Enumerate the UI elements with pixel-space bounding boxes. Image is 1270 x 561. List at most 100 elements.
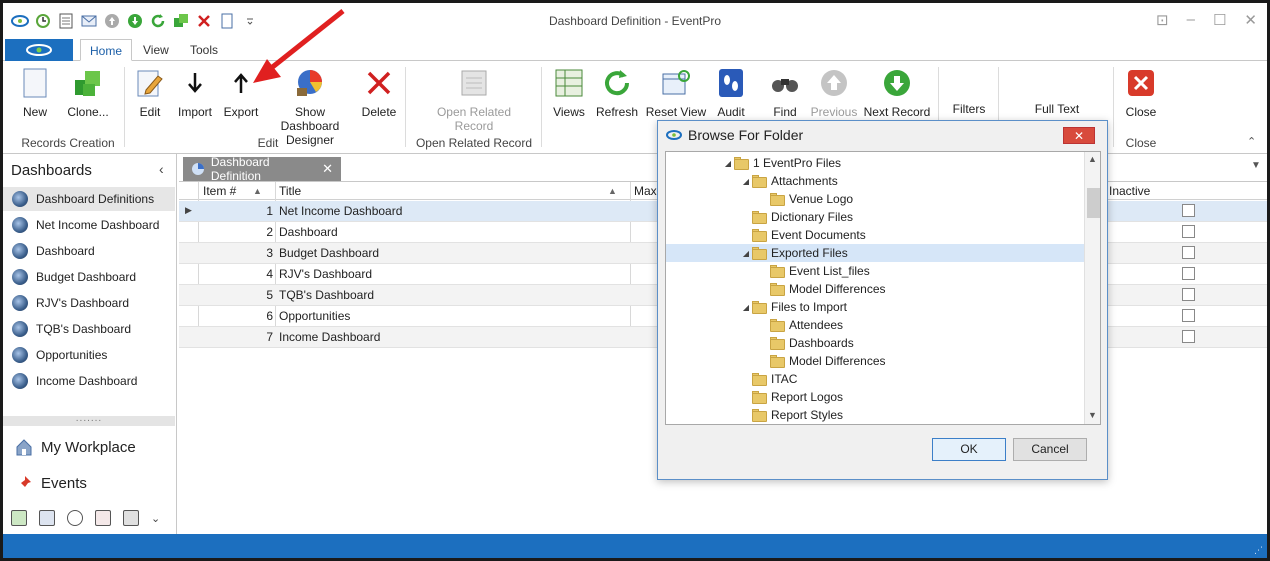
close-window-icon[interactable]: ✕ xyxy=(1244,11,1257,29)
ribbon-display-icon[interactable]: ⊡ xyxy=(1156,11,1169,29)
tree-item[interactable]: ◢ Attachments xyxy=(740,172,838,190)
nav-item-budget-dashboard[interactable]: Budget Dashboard xyxy=(3,265,175,289)
inactive-checkbox[interactable] xyxy=(1182,330,1195,343)
tab-tools[interactable]: Tools xyxy=(190,39,218,61)
calculator-icon[interactable] xyxy=(123,510,139,526)
status-bar: ⋰ xyxy=(3,534,1267,558)
nav-item-net-income-dashboard[interactable]: Net Income Dashboard xyxy=(3,213,175,237)
minimize-icon[interactable]: – xyxy=(1187,11,1195,29)
tree-item[interactable]: Model Differences xyxy=(758,280,886,298)
dashboard-icon xyxy=(12,295,28,311)
maximize-icon[interactable]: ☐ xyxy=(1213,11,1226,29)
tree-item[interactable]: Report Styles xyxy=(740,406,843,424)
column-header-title[interactable]: Title xyxy=(279,184,301,198)
expanded-arrow-icon[interactable]: ◢ xyxy=(740,177,752,186)
delete-x-icon xyxy=(363,67,395,99)
tree-item[interactable]: Report Logos xyxy=(740,388,843,406)
app-menu-button[interactable] xyxy=(5,39,73,61)
nav-shortcut-icons: ⌄ xyxy=(11,510,160,526)
clipboard-icon[interactable] xyxy=(95,510,111,526)
ok-button[interactable]: OK xyxy=(932,438,1006,461)
cancel-button[interactable]: Cancel xyxy=(1013,438,1087,461)
chat-bubble-icon[interactable] xyxy=(67,510,83,526)
inactive-checkbox[interactable] xyxy=(1182,309,1195,322)
column-header-inactive[interactable]: Inactive xyxy=(1109,184,1150,198)
inactive-checkbox[interactable] xyxy=(1182,225,1195,238)
close-button[interactable]: Close xyxy=(1121,67,1161,119)
tab-dashboard-definition[interactable]: Dashboard Definition ✕ xyxy=(183,155,341,183)
tree-item-selected[interactable]: ◢ Exported Files xyxy=(666,244,1084,262)
nav-group-my-workplace[interactable]: My Workplace xyxy=(15,438,136,456)
filters-button[interactable]: Filters xyxy=(948,102,990,116)
edit-button[interactable]: Edit xyxy=(133,67,167,119)
show-dashboard-designer-button[interactable]: Show Dashboard Designer xyxy=(265,67,355,147)
row-indicator-icon: ▶ xyxy=(185,205,192,215)
tree-item[interactable]: ◢ 1 EventPro Files xyxy=(722,154,841,172)
resize-grip-icon[interactable]: ⋰ xyxy=(1254,545,1263,556)
money-icon[interactable] xyxy=(11,510,27,526)
tree-item[interactable]: Attendees xyxy=(758,316,843,334)
tree-item[interactable]: ◢ Files to Import xyxy=(740,298,847,316)
clone-button[interactable]: Clone... xyxy=(63,67,113,119)
delete-button[interactable]: Delete xyxy=(360,67,398,119)
new-button[interactable]: New xyxy=(19,67,51,119)
nav-item-rjvs-dashboard[interactable]: RJV's Dashboard xyxy=(3,291,175,315)
nav-item-opportunities[interactable]: Opportunities xyxy=(3,343,175,367)
tab-home[interactable]: Home xyxy=(80,39,132,61)
tree-item[interactable]: Dictionary Files xyxy=(740,208,853,226)
tree-item[interactable]: Venue Logo xyxy=(758,190,853,208)
dialog-close-button[interactable]: ✕ xyxy=(1063,127,1095,144)
find-button[interactable]: Find xyxy=(767,67,803,119)
nav-item-dashboard-definitions[interactable]: Dashboard Definitions xyxy=(3,187,175,211)
tree-scrollbar[interactable]: ▲ ▼ xyxy=(1084,152,1100,424)
building-icon[interactable] xyxy=(39,510,55,526)
nav-item-dashboard[interactable]: Dashboard xyxy=(3,239,175,263)
refresh-button[interactable]: Refresh xyxy=(595,67,639,119)
import-button[interactable]: Import xyxy=(175,67,215,119)
previous-button[interactable]: Previous xyxy=(809,67,859,119)
scroll-thumb[interactable] xyxy=(1087,188,1100,218)
scroll-down-icon[interactable]: ▼ xyxy=(1088,410,1097,420)
inactive-checkbox[interactable] xyxy=(1182,267,1195,280)
title-bar: Dashboard Definition - EventPro ⊡ – ☐ ✕ xyxy=(3,3,1267,39)
binoculars-icon xyxy=(769,67,801,99)
expanded-arrow-icon[interactable]: ◢ xyxy=(740,303,752,312)
column-header-item[interactable]: Item # xyxy=(203,184,236,198)
views-button[interactable]: Views xyxy=(551,67,587,119)
folder-icon xyxy=(752,300,767,314)
group-label-records-creation: Records Creation xyxy=(21,136,115,150)
expanded-arrow-icon[interactable]: ◢ xyxy=(722,159,734,168)
nav-group-events[interactable]: Events xyxy=(15,474,87,492)
open-related-record-button[interactable]: Open Related Record xyxy=(433,67,515,133)
inactive-checkbox[interactable] xyxy=(1182,288,1195,301)
more-chevron-down-icon[interactable]: ⌄ xyxy=(151,512,160,525)
tree-item[interactable]: Model Differences xyxy=(758,352,886,370)
sort-indicator-icon: ▲ xyxy=(608,186,617,196)
inactive-checkbox[interactable] xyxy=(1182,204,1195,217)
tree-item[interactable]: Dashboards xyxy=(758,334,854,352)
inactive-checkbox[interactable] xyxy=(1182,246,1195,259)
audit-button[interactable]: Audit xyxy=(713,67,749,119)
next-record-button[interactable]: Next Record xyxy=(863,67,931,119)
expanded-arrow-icon[interactable]: ◢ xyxy=(740,249,752,258)
dashboard-definition-icon xyxy=(12,191,28,207)
nav-splitter[interactable]: ....... xyxy=(3,414,175,426)
close-tab-icon[interactable]: ✕ xyxy=(322,161,333,177)
full-text-button[interactable]: Full Text xyxy=(1023,102,1091,116)
tab-view[interactable]: View xyxy=(143,39,169,61)
tree-item[interactable]: ITAC xyxy=(740,370,797,388)
column-header-max[interactable]: Max xyxy=(634,184,657,198)
nav-item-income-dashboard[interactable]: Income Dashboard xyxy=(3,369,175,393)
collapse-ribbon-icon[interactable]: ⌃ xyxy=(1247,135,1256,148)
collapse-nav-icon[interactable]: ‹ xyxy=(159,161,164,177)
export-button[interactable]: Export xyxy=(221,67,261,119)
house-icon xyxy=(15,438,33,456)
folder-icon xyxy=(770,264,785,278)
reset-view-button[interactable]: Reset View xyxy=(645,67,707,119)
nav-item-tqbs-dashboard[interactable]: TQB's Dashboard xyxy=(3,317,175,341)
tree-item[interactable]: Event Documents xyxy=(740,226,866,244)
tree-item[interactable]: Event List_files xyxy=(758,262,870,280)
views-grid-icon xyxy=(553,67,585,99)
tab-list-dropdown-icon[interactable]: ▼ xyxy=(1251,160,1261,171)
scroll-up-icon[interactable]: ▲ xyxy=(1088,154,1097,164)
